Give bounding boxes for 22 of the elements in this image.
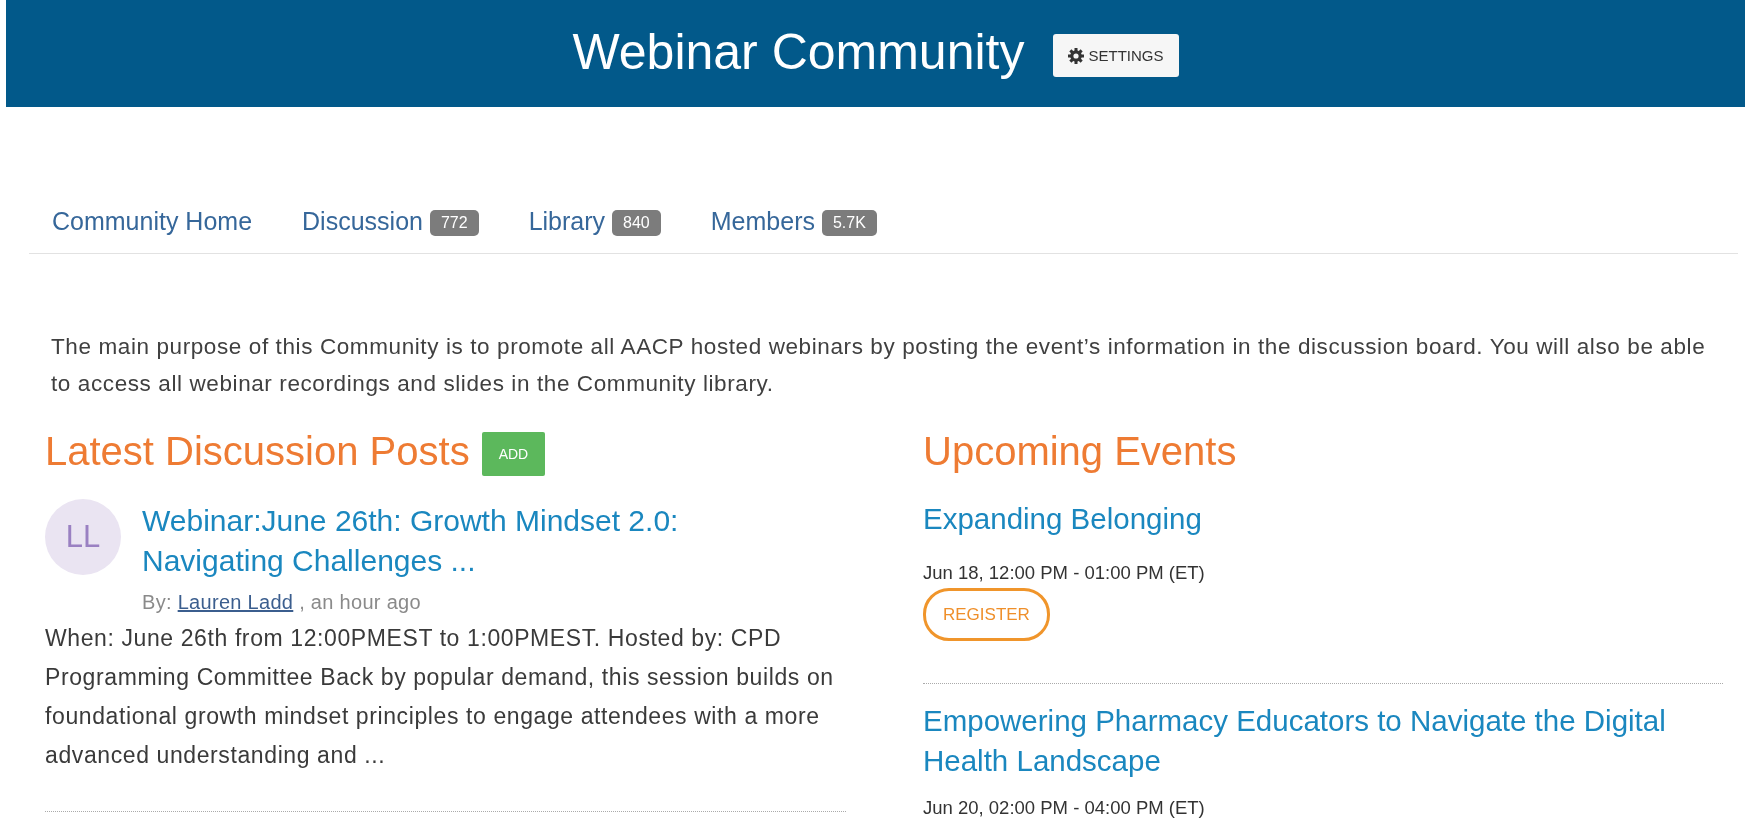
settings-button[interactable]: SETTINGS (1052, 34, 1179, 77)
post-title-link[interactable]: Webinar:June 26th: Growth Mindset 2.0: Navigating Challenges ... (142, 501, 782, 581)
post-byline: By: Lauren Ladd , an hour ago (142, 590, 422, 615)
author-link[interactable]: Lauren Ladd (177, 591, 294, 613)
count-badge: 840 (612, 210, 661, 236)
gear-icon (1067, 47, 1084, 64)
intro-paragraph: The main purpose of this Community is to promote all AACP hosted webinars by posting the event’s information in the discussion board. You will also be able to access all webinar recordings and slides in the Community library. (51, 333, 1707, 398)
section-heading: Upcoming Events (923, 428, 1237, 474)
tab[interactable]: Community Home (52, 204, 253, 238)
event-datetime: Jun 20, 02:00 PM - 04:00 PM (ET) (923, 796, 1206, 820)
tab[interactable]: Discussion 772 (302, 204, 479, 238)
event-datetime: Jun 18, 12:00 PM - 01:00 PM (ET) (923, 561, 1206, 585)
avatar: LL (45, 499, 121, 575)
event-title-link[interactable]: Empowering Pharmacy Educators to Navigate the Digital Health Landscape (923, 701, 1723, 781)
page-title: Webinar Community (572, 26, 1025, 81)
count-badge: 772 (429, 210, 479, 236)
tab[interactable]: Library 840 (528, 204, 661, 238)
tab[interactable]: Members 5.7K (710, 204, 877, 238)
post-excerpt: When: June 26th from 12:00PMEST to 1:00PMEST. Hosted by: CPD Programming Committee Back by popular demand, this session builds on foundational growth mindset principles to engage attendees with a more advanced understanding and ... (45, 624, 835, 770)
count-badge: 5.7K (821, 210, 877, 236)
section-heading: Latest Discussion Posts (45, 428, 470, 474)
event-title-link[interactable]: Expanding Belonging (923, 499, 1723, 539)
